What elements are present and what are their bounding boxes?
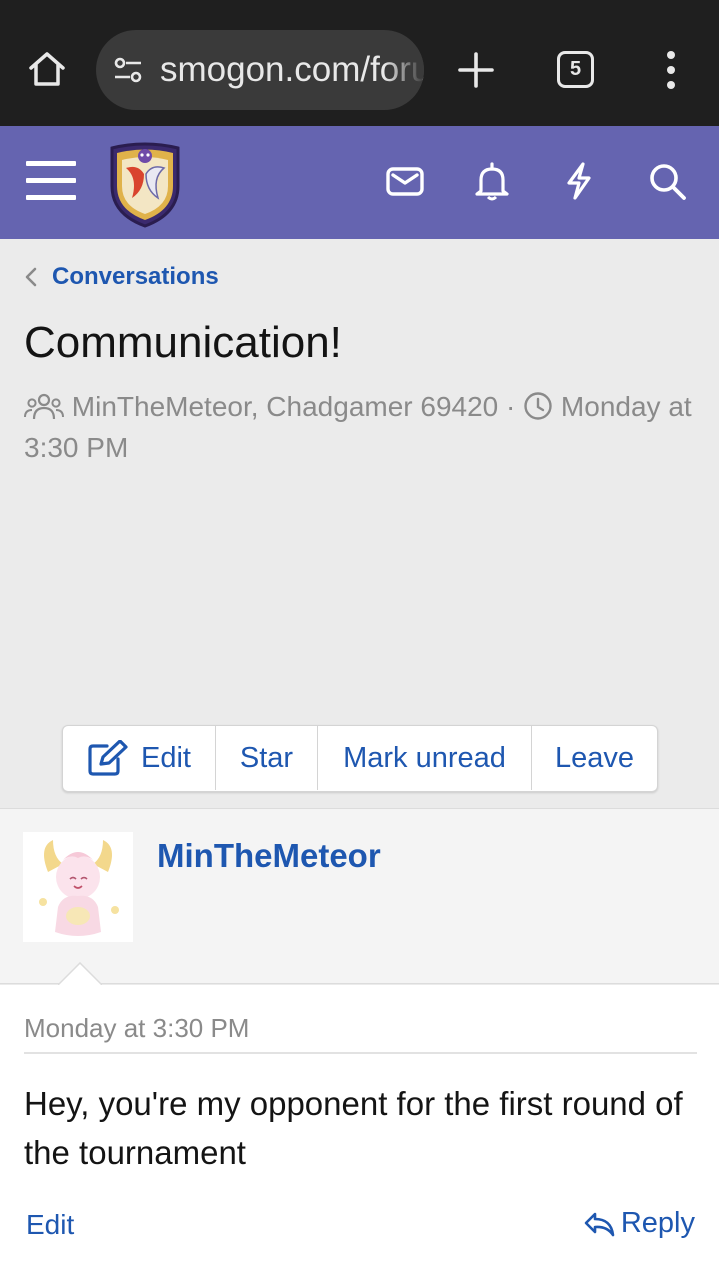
chevron-left-icon[interactable] xyxy=(22,262,40,292)
conversation-meta: MinTheMeteor, Chadgamer 69420 · Monday a… xyxy=(24,386,704,468)
breadcrumb-link[interactable]: Conversations xyxy=(52,263,219,291)
message-edit-link[interactable]: Edit xyxy=(26,1209,74,1241)
clock-icon xyxy=(524,392,552,420)
users-icon xyxy=(24,393,64,420)
edit-button-label: Edit xyxy=(141,741,191,774)
home-icon[interactable] xyxy=(26,48,68,90)
reply-button[interactable]: Reply xyxy=(583,1207,695,1240)
mark-unread-label: Mark unread xyxy=(343,741,506,774)
reply-icon xyxy=(584,1212,615,1236)
site-logo[interactable] xyxy=(104,138,186,228)
participants[interactable]: MinTheMeteor, Chadgamer 69420 xyxy=(72,391,498,422)
site-header xyxy=(0,126,719,239)
message-arrow xyxy=(58,962,102,986)
meta-separator: · xyxy=(506,391,516,422)
message-user-block: MinTheMeteor xyxy=(0,808,719,984)
address-bar[interactable]: smogon.com/forums/conversations xyxy=(96,30,424,110)
message-date[interactable]: Monday at 3:30 PM xyxy=(24,1013,249,1044)
message-author[interactable]: MinTheMeteor xyxy=(157,837,381,875)
divider xyxy=(24,1052,697,1054)
bell-icon[interactable] xyxy=(471,160,513,202)
message-text: Hey, you're my opponent for the first ro… xyxy=(24,1085,683,1171)
mark-unread-button[interactable]: Mark unread xyxy=(318,726,532,790)
avatar[interactable] xyxy=(23,832,133,942)
leave-button-label: Leave xyxy=(554,741,634,774)
breadcrumb[interactable]: Conversations xyxy=(22,262,219,292)
star-button-label: Star xyxy=(239,741,294,774)
page-title: Communication! xyxy=(24,318,342,367)
menu-icon[interactable] xyxy=(26,158,78,204)
url-fade xyxy=(384,30,424,110)
tab-count: 5 xyxy=(569,58,582,80)
tune-icon[interactable] xyxy=(112,54,144,86)
plus-icon[interactable] xyxy=(456,50,496,90)
conversation-actions: Edit Star Mark unread Leave xyxy=(62,725,658,792)
bolt-icon[interactable] xyxy=(558,160,600,202)
edit-button[interactable]: Edit xyxy=(63,726,216,790)
reply-label: Reply xyxy=(620,1207,695,1239)
browser-toolbar: smogon.com/forums/conversations 5 xyxy=(0,0,719,126)
star-button[interactable]: Star xyxy=(216,726,318,790)
tabs-icon[interactable]: 5 xyxy=(557,51,594,88)
message-body: Monday at 3:30 PM Hey, you're my opponen… xyxy=(0,985,719,1277)
more-vert-icon[interactable] xyxy=(656,48,686,92)
search-icon[interactable] xyxy=(646,160,688,202)
edit-icon xyxy=(88,740,128,776)
mail-icon[interactable] xyxy=(384,160,426,202)
leave-button[interactable]: Leave xyxy=(532,726,657,790)
